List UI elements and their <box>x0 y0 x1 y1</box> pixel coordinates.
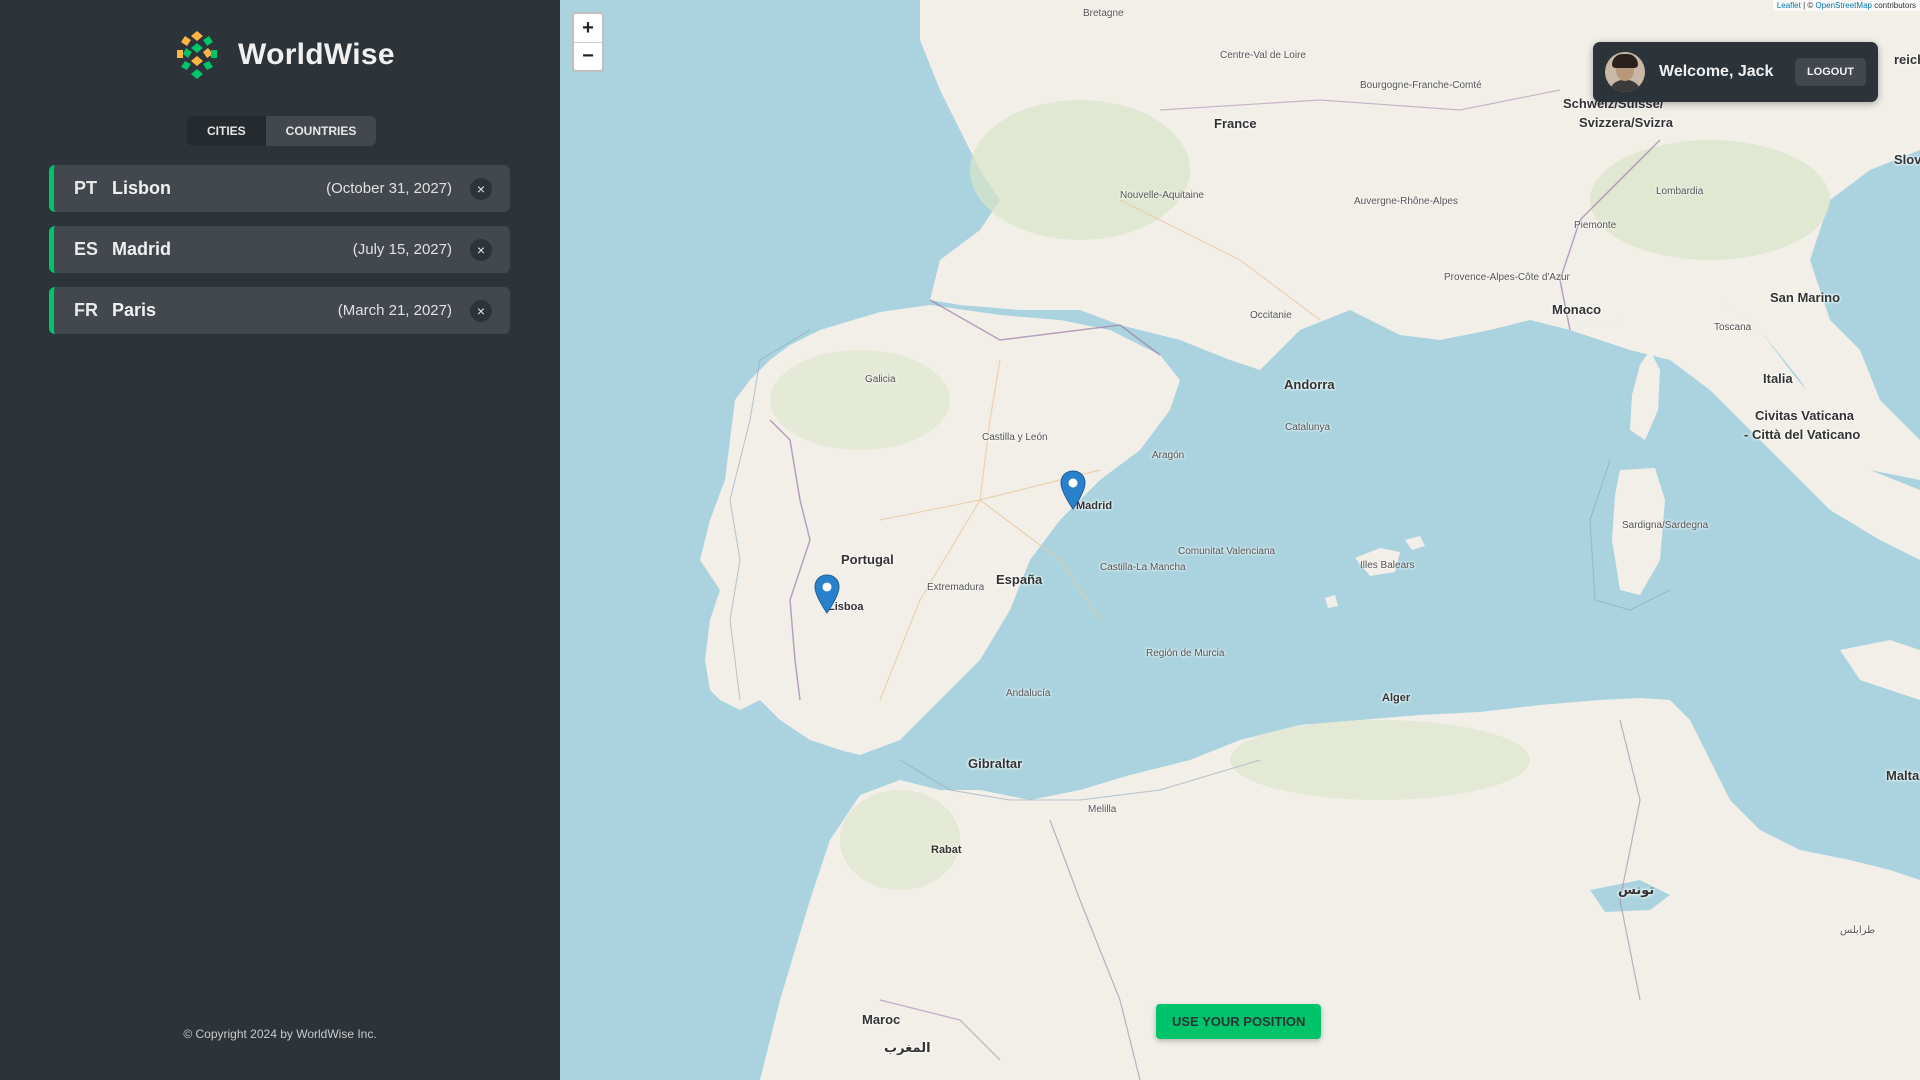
map-attribution: Leaflet | © OpenStreetMap contributors <box>1772 0 1920 11</box>
map-label-cataluna: Catalunya <box>1285 422 1331 433</box>
copyright: © Copyright 2024 by WorldWise Inc. <box>183 1027 377 1041</box>
logout-button[interactable]: Logout <box>1794 58 1866 86</box>
welcome-text: Welcome, Jack <box>1659 63 1774 80</box>
map-label-auvergne: Auvergne-Rhône-Alpes <box>1354 196 1458 207</box>
map-label-malta: Malta <box>1886 768 1920 783</box>
map-label-nouvelle-aquitaine: Nouvelle-Aquitaine <box>1120 190 1204 201</box>
city-name: Paris <box>112 300 157 320</box>
map-label-maghrib: المغرب <box>884 1040 931 1055</box>
map-label-france: France <box>1214 116 1257 131</box>
avatar <box>1605 52 1645 92</box>
map-label-toscana: Toscana <box>1714 322 1752 333</box>
map-label-slove: Slove <box>1894 152 1920 167</box>
globe-logo-icon <box>172 30 222 80</box>
zoom-control: + − <box>572 12 604 72</box>
map-label-portugal: Portugal <box>841 552 894 567</box>
map-label-monaco: Monaco <box>1552 302 1602 317</box>
map-label-andalucia: Andalucía <box>1006 688 1051 699</box>
map-label-schweiz-2: Svizzera/Svizra <box>1579 115 1673 130</box>
map-label-tunis: تونس <box>1618 882 1655 897</box>
map-label-gibraltar: Gibraltar <box>968 756 1023 771</box>
map-label-sardegna: Sardigna/Sardegna <box>1622 520 1709 531</box>
app-name: WorldWise <box>238 38 395 71</box>
osm-link[interactable]: OpenStreetMap <box>1815 1 1871 10</box>
map-label-castilla-leon: Castilla y León <box>982 432 1048 443</box>
city-item-lisbon[interactable]: PT Lisbon (October 31, 2027) × <box>49 165 510 212</box>
map-label-vaticano-2: - Città del Vaticano <box>1744 427 1861 442</box>
map-label-centre: Centre-Val de Loire <box>1220 50 1306 61</box>
map-label-italia: Italia <box>1763 371 1793 386</box>
country-flag: PT <box>74 178 98 198</box>
city-list: PT Lisbon (October 31, 2027) × ES Madrid… <box>49 165 510 348</box>
map-pin-icon[interactable] <box>1060 470 1086 510</box>
use-position-button[interactable]: Use your position <box>1156 1004 1322 1039</box>
city-name: Lisbon <box>112 178 171 198</box>
map-tiles[interactable] <box>560 0 1920 1080</box>
tab-bar: Cities Countries <box>187 116 377 146</box>
map-label-alger: Alger <box>1382 692 1411 704</box>
tab-cities[interactable]: Cities <box>187 116 266 146</box>
map-label-espana: España <box>996 572 1043 587</box>
map[interactable]: France Andorra Monaco Portugal España Gi… <box>560 0 1920 1080</box>
city-item-madrid[interactable]: ES Madrid (July 15, 2027) × <box>49 226 510 273</box>
map-label-vaticano: Civitas Vaticana <box>1755 408 1854 423</box>
map-label-lombardia: Lombardia <box>1656 186 1704 197</box>
map-label-valenciana: Comunitat Valenciana <box>1178 546 1276 557</box>
city-date: (March 21, 2027) <box>337 302 452 319</box>
leaflet-link[interactable]: Leaflet <box>1777 1 1801 10</box>
map-label-aragon: Aragón <box>1152 450 1185 461</box>
city-item-paris[interactable]: FR Paris (March 21, 2027) × <box>49 287 510 334</box>
map-label-bourgogne: Bourgogne-Franche-Comté <box>1360 80 1482 91</box>
sidebar: WorldWise Cities Countries PT Lisbon (Oc… <box>0 0 560 1080</box>
map-label-san-marino: San Marino <box>1770 290 1841 305</box>
map-label-reich: reich <box>1894 52 1920 67</box>
map-label-piemonte: Piemonte <box>1574 220 1617 231</box>
map-label-maroc: Maroc <box>862 1012 901 1027</box>
zoom-out-button[interactable]: − <box>574 42 602 70</box>
city-name: Madrid <box>112 239 172 259</box>
user-panel: Welcome, Jack Logout <box>1593 42 1878 102</box>
attribution-suffix: contributors <box>1874 1 1916 10</box>
map-label-galicia: Galicia <box>865 374 896 385</box>
map-label-provence: Provence-Alpes-Côte d'Azur <box>1444 272 1570 283</box>
delete-city-button[interactable]: × <box>470 177 492 200</box>
map-label-occitanie: Occitanie <box>1250 310 1292 321</box>
country-flag: ES <box>74 239 99 259</box>
city-date: (July 15, 2027) <box>352 241 452 258</box>
map-label-illes-balears: Illes Balears <box>1360 560 1415 571</box>
map-label-extremadura: Extremadura <box>927 582 985 593</box>
country-flag: FR <box>74 300 98 320</box>
tab-countries[interactable]: Countries <box>266 116 377 146</box>
logo[interactable]: WorldWise <box>170 28 395 82</box>
map-label-trablus: طرابلس <box>1840 925 1876 936</box>
map-label-bretagne: Bretagne <box>1083 8 1124 19</box>
map-label-melilla: Melilla <box>1088 804 1117 815</box>
city-date: (October 31, 2027) <box>326 180 452 197</box>
map-label-rabat: Rabat <box>931 844 962 856</box>
delete-city-button[interactable]: × <box>470 238 492 261</box>
map-label-castilla-mancha: Castilla-La Mancha <box>1100 562 1186 573</box>
delete-city-button[interactable]: × <box>470 299 492 322</box>
map-pin-icon[interactable] <box>814 574 840 614</box>
map-label-andorra: Andorra <box>1284 377 1335 392</box>
map-label-murcia: Región de Murcia <box>1146 648 1225 659</box>
zoom-in-button[interactable]: + <box>574 14 602 42</box>
